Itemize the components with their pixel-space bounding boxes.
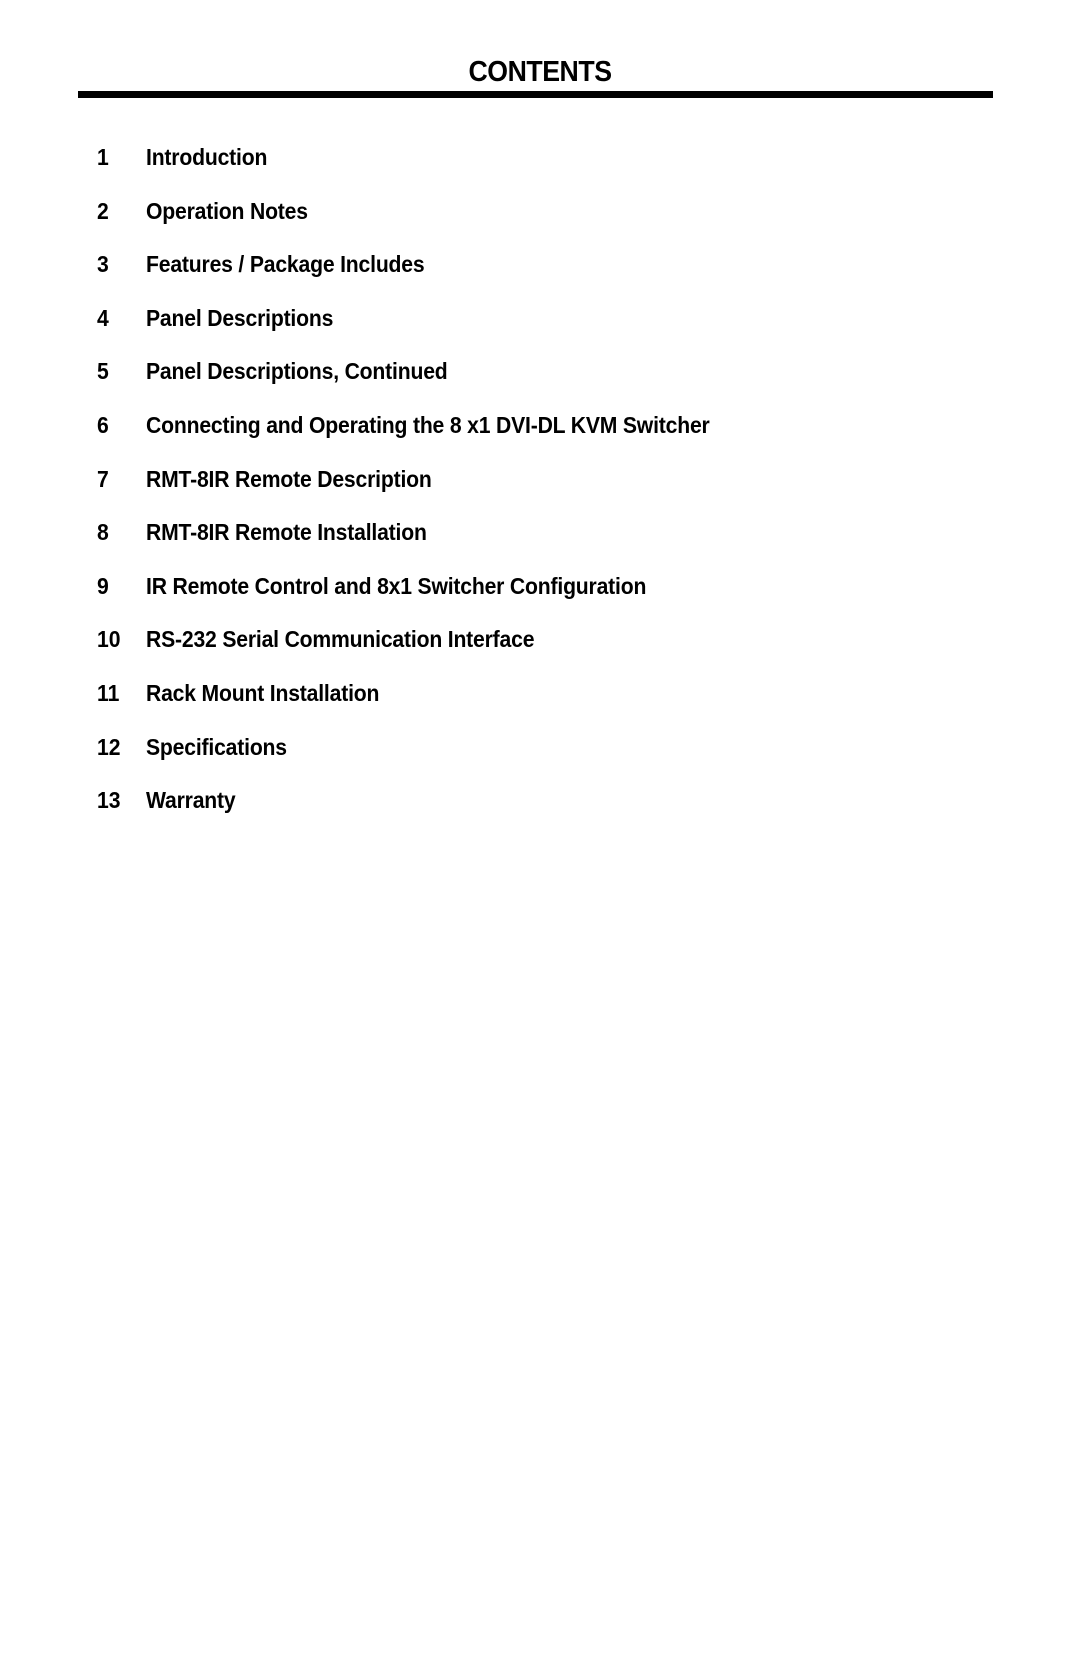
toc-entry-title: RMT-8IR Remote Description (146, 465, 432, 492)
toc-entry-number: 10 (97, 626, 121, 653)
toc-entry-number: 2 (97, 197, 109, 224)
toc-entry[interactable]: 13 Warranty (97, 786, 759, 840)
toc-entry[interactable]: 1 Introduction (97, 143, 759, 197)
toc-entry-number: 12 (97, 733, 121, 760)
toc-entry-number: 5 (97, 358, 109, 385)
toc-entry[interactable]: 5 Panel Descriptions, Continued (97, 357, 759, 411)
toc-entry[interactable]: 6 Connecting and Operating the 8 x1 DVI-… (97, 411, 759, 465)
toc-entry[interactable]: 4 Panel Descriptions (97, 304, 759, 358)
toc-entry[interactable]: 7 RMT-8IR Remote Description (97, 465, 759, 519)
toc-entry[interactable]: 10 RS-232 Serial Communication Interface (97, 625, 759, 679)
toc-entry-number: 11 (97, 679, 120, 706)
toc-entry-number: 7 (97, 465, 109, 492)
toc-entry-title: RMT-8IR Remote Installation (146, 519, 427, 546)
toc-entry-title: Operation Notes (146, 197, 308, 224)
toc-entry[interactable]: 2 Operation Notes (97, 197, 759, 251)
toc-entry-title: Panel Descriptions, Continued (146, 358, 448, 385)
toc-entry-title: Warranty (146, 787, 236, 814)
toc-entry[interactable]: 8 RMT-8IR Remote Installation (97, 518, 759, 572)
toc-entry[interactable]: 9 IR Remote Control and 8x1 Switcher Con… (97, 572, 759, 626)
toc-entry-number: 8 (97, 519, 109, 546)
page-title: CONTENTS (468, 56, 612, 88)
toc-entry-title: Specifications (146, 733, 287, 760)
table-of-contents: 1 Introduction 2 Operation Notes 3 Featu… (97, 143, 759, 840)
toc-entry[interactable]: 3 Features / Package Includes (97, 250, 759, 304)
toc-entry-title: Rack Mount Installation (146, 679, 380, 706)
toc-entry-number: 13 (97, 787, 121, 814)
toc-entry-number: 9 (97, 572, 109, 599)
title-divider (78, 91, 993, 98)
toc-entry-title: IR Remote Control and 8x1 Switcher Confi… (146, 572, 647, 599)
toc-entry-title: Connecting and Operating the 8 x1 DVI-DL… (146, 411, 710, 438)
toc-entry-number: 4 (97, 304, 109, 331)
toc-entry-number: 1 (97, 144, 109, 170)
toc-entry-title: Introduction (146, 144, 268, 170)
toc-entry-number: 3 (97, 251, 109, 278)
toc-entry[interactable]: 12 Specifications (97, 733, 759, 787)
toc-entry-title: Features / Package Includes (146, 251, 425, 278)
toc-entry-number: 6 (97, 411, 109, 438)
toc-entry[interactable]: 11 Rack Mount Installation (97, 679, 759, 733)
toc-entry-title: Panel Descriptions (146, 304, 334, 331)
toc-entry-title: RS-232 Serial Communication Interface (146, 626, 535, 653)
